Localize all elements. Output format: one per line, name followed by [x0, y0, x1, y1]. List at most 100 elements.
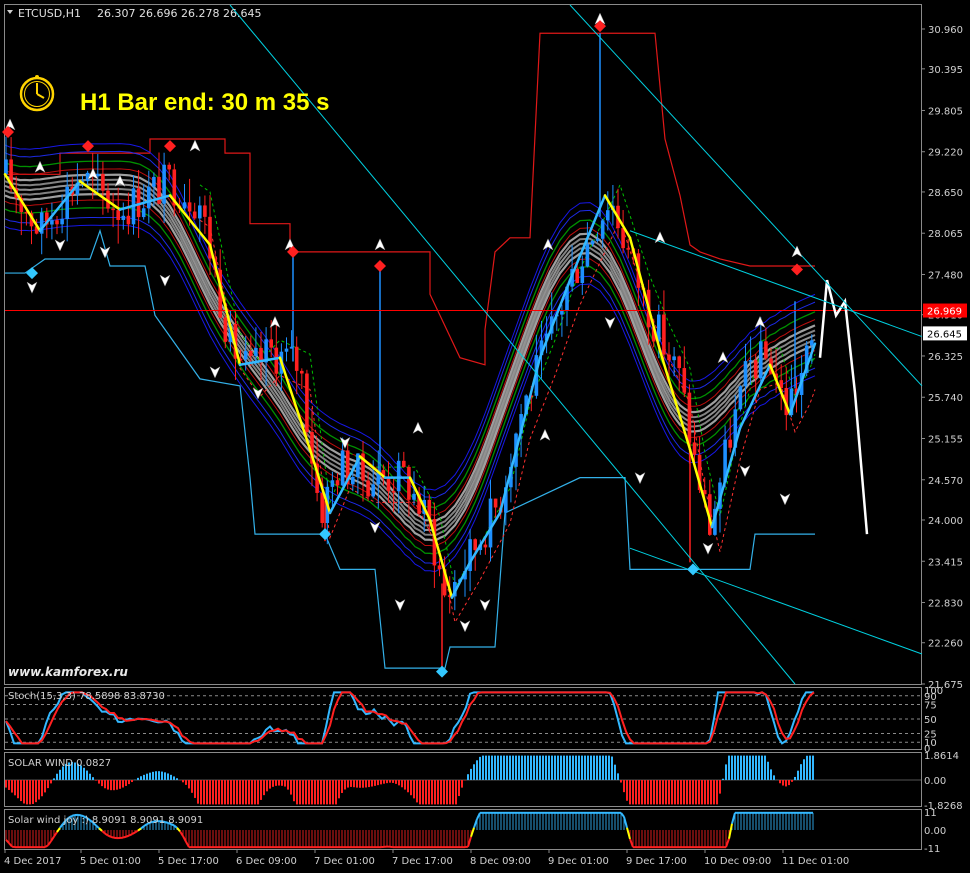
- candle-body: [60, 219, 64, 225]
- candle-body: [223, 317, 228, 342]
- price-tick-label: 29.220: [928, 148, 963, 159]
- candle-body: [198, 205, 202, 219]
- candle-body: [330, 480, 335, 487]
- time-tick-label: 7 Dec 17:00: [392, 856, 453, 867]
- candle-body: [101, 174, 105, 191]
- candle-body: [65, 186, 69, 220]
- candle-body: [585, 244, 590, 267]
- solarjoy-line: [122, 835, 127, 839]
- candle-body: [687, 392, 692, 443]
- solarjoy-header: Solar wind joy :) 8.9091 8.9091 8.9091: [8, 815, 203, 826]
- candle-body: [320, 492, 324, 523]
- candle-body: [121, 215, 126, 220]
- candle-body: [396, 460, 401, 492]
- candle-body: [111, 208, 115, 211]
- candle-body: [141, 208, 146, 218]
- time-tick-label: 9 Dec 01:00: [548, 856, 609, 867]
- solarjoy-line: [107, 834, 112, 838]
- bar-timer-text: H1 Bar end: 30 m 35 s: [80, 89, 329, 116]
- candle-body: [743, 361, 748, 387]
- candle-body: [203, 205, 207, 217]
- price-label-text: 26.969: [927, 307, 962, 318]
- candle-body: [152, 176, 156, 187]
- candle-body: [284, 348, 289, 352]
- price-tick-label: 22.260: [928, 639, 963, 650]
- candle-body: [600, 220, 605, 239]
- candle-body: [493, 498, 498, 508]
- solarjoy-line: [110, 835, 115, 839]
- price-tick-label: 25.155: [928, 435, 963, 446]
- price-tick-label: 26.325: [928, 352, 963, 363]
- candle-body: [560, 310, 564, 315]
- time-tick-label: 8 Dec 09:00: [470, 856, 531, 867]
- candle-body: [580, 266, 585, 284]
- price-tick-label: 23.415: [928, 557, 963, 568]
- candle-body: [274, 347, 279, 374]
- solarjoy-tick-label: -11: [924, 844, 940, 855]
- candle-body: [126, 215, 131, 225]
- candle-body: [728, 439, 732, 448]
- solarwind-header: SOLAR WIND 0.0827: [8, 758, 111, 769]
- candle-body: [340, 450, 345, 486]
- price-tick-label: 29.805: [928, 106, 963, 117]
- time-tick-label: 11 Dec 01:00: [782, 856, 849, 867]
- stoch-tick-label: 50: [924, 715, 937, 726]
- time-tick-label: 9 Dec 17:00: [626, 856, 687, 867]
- time-tick-label: 5 Dec 17:00: [158, 856, 219, 867]
- price-tick-label: 22.830: [928, 599, 963, 610]
- candle-body: [748, 360, 753, 362]
- candle-body: [667, 354, 671, 361]
- candle-body: [590, 240, 595, 245]
- price-tick-label: 30.395: [928, 65, 963, 76]
- candle-body: [412, 493, 416, 500]
- candle-body: [621, 228, 625, 249]
- candle-body: [351, 477, 355, 485]
- candle-body: [677, 356, 681, 369]
- candle-body: [371, 484, 375, 497]
- chart-root: 30.960 30.395 29.805 29.220 28.650 28.065 27.4…: [0, 0, 970, 873]
- candle-body: [243, 350, 248, 360]
- candle-body: [606, 210, 610, 221]
- candle-body: [575, 269, 579, 284]
- solarjoy-tick-label: 11: [924, 808, 937, 819]
- candle-body: [483, 544, 488, 548]
- candle-body: [595, 238, 600, 241]
- candle-body: [764, 341, 768, 359]
- candle-body: [294, 346, 299, 371]
- candle-body: [682, 368, 687, 393]
- candle-body: [488, 498, 493, 548]
- price-tick-label: 25.740: [928, 393, 963, 404]
- price-tick-label: 27.480: [928, 270, 963, 281]
- time-tick-label: 6 Dec 09:00: [236, 856, 297, 867]
- candle-body: [55, 220, 59, 225]
- candle-body: [738, 386, 743, 410]
- candle-body: [692, 442, 697, 455]
- solarwind-tick-label: 1.8614: [924, 751, 959, 762]
- time-tick-label: 7 Dec 01:00: [314, 856, 375, 867]
- price-tick-label: 30.960: [928, 25, 963, 36]
- candle-body: [269, 339, 273, 348]
- candle-body: [187, 202, 192, 212]
- candle-body: [192, 211, 197, 219]
- candle-body: [167, 164, 171, 170]
- candle-body: [4, 159, 8, 175]
- candle-body: [116, 210, 120, 220]
- candle-body: [810, 340, 814, 346]
- candle-body: [626, 248, 630, 250]
- candle-body: [335, 480, 340, 486]
- solarjoy-tick-label: 0.00: [924, 826, 946, 837]
- candle-body: [672, 356, 676, 361]
- price-tick-label: 28.065: [928, 229, 963, 240]
- candle-body: [147, 186, 151, 209]
- candle-body: [300, 370, 304, 374]
- price-label-text: 26.645: [927, 329, 962, 340]
- candle-body: [305, 373, 309, 433]
- candle-body: [182, 202, 187, 209]
- time-tick-label: 4 Dec 2017: [4, 856, 62, 867]
- candle-body: [386, 478, 391, 492]
- stoch-tick-label: 75: [924, 701, 937, 712]
- time-tick-label: 10 Dec 09:00: [704, 856, 771, 867]
- candle-body: [249, 350, 253, 356]
- solarwind-tick-label: 0.00: [924, 776, 946, 787]
- candle-body: [407, 466, 411, 500]
